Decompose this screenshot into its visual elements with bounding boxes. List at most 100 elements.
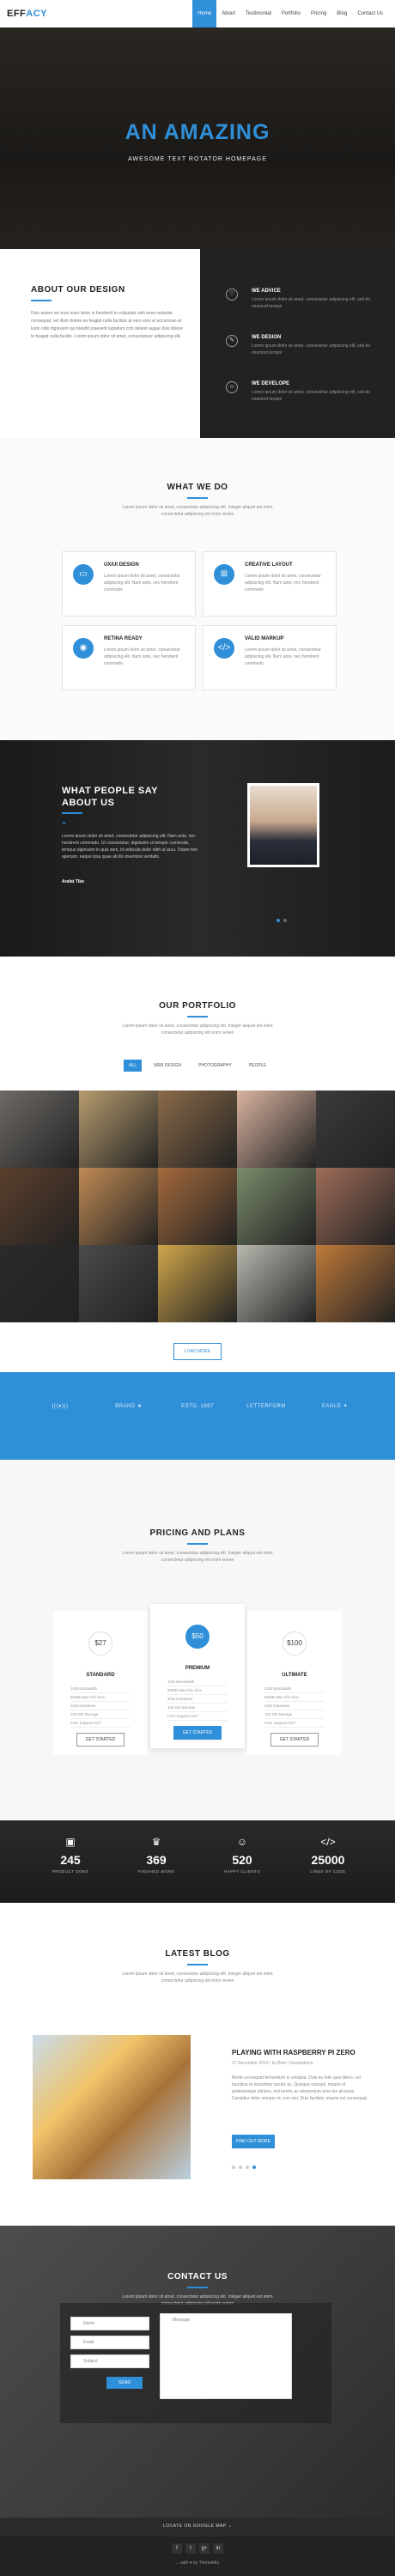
- twitter-icon[interactable]: t: [185, 2543, 196, 2554]
- stat-finished: ♛ 369 FINISHED WORK: [122, 1836, 191, 1874]
- about-title: ABOUT OUR DESIGN: [31, 285, 125, 295]
- portfolio-item[interactable]: [79, 1168, 158, 1245]
- get-started-button[interactable]: GET STARTED: [173, 1726, 222, 1740]
- pricing-section: PRICING AND PLANS Lorem ipsum dolor sit …: [0, 1460, 395, 1820]
- stat-products: ▣ 245 PRODUCT DONE: [36, 1836, 105, 1874]
- portfolio-filters: ALL WEB DESIGN PHOTOGRAPHY PEOPLE: [0, 1060, 395, 1072]
- plan-features: 1GB Bandwidth 50MB Max File Size 3GB Dat…: [167, 1678, 228, 1721]
- divider: [187, 1543, 208, 1545]
- nav-item-pricing[interactable]: Pricing: [306, 0, 331, 27]
- map-bar[interactable]: LOCATE ON GOOGLE MAP ⌄: [0, 2518, 395, 2537]
- filter-photography[interactable]: PHOTOGRAPHY: [193, 1060, 237, 1072]
- nav-item-testimonial[interactable]: Testimonial: [240, 0, 276, 27]
- subject-field[interactable]: Subject: [70, 2354, 149, 2368]
- find-out-more-button[interactable]: FIND OUT MORE: [232, 2135, 275, 2148]
- testimonial-title: WHAT PEOPLE SAY ABOUT US: [62, 786, 159, 808]
- plan-feature: 1GB Bandwidth: [264, 1685, 325, 1693]
- section-desc: Lorem ipsum dolor sit amet, consectetur …: [122, 505, 273, 510]
- filter-all[interactable]: ALL: [124, 1060, 143, 1072]
- blog-post-image[interactable]: [33, 2035, 191, 2179]
- google-plus-icon[interactable]: g+: [199, 2543, 210, 2554]
- facebook-icon[interactable]: f: [172, 2543, 182, 2554]
- portfolio-item[interactable]: [158, 1245, 237, 1322]
- portfolio-item[interactable]: [79, 1245, 158, 1322]
- portfolio-section: OUR PORTFOLIO Lorem ipsum dolor sit amet…: [0, 957, 395, 1372]
- divider: [187, 1964, 208, 1965]
- about-features-panel: ♡ WE ADVICE Lorem ipsum dolor sit amet, …: [200, 249, 395, 438]
- slider-dot[interactable]: [283, 919, 287, 922]
- plan-name: ULTIMATE: [282, 1673, 307, 1678]
- section-title: OUR PORTFOLIO: [159, 1001, 236, 1011]
- section-desc: Lorem ipsum dolor sit amet, consectetur …: [122, 1024, 273, 1029]
- nav-item-blog[interactable]: Blog: [331, 0, 352, 27]
- filter-web-design[interactable]: WEB DESIGN: [149, 1060, 186, 1072]
- slider-dots: [276, 919, 287, 922]
- plan-feature: 1GB Bandwidth: [70, 1685, 131, 1693]
- plan-price: $100: [283, 1631, 307, 1656]
- pricing-header: PRICING AND PLANS Lorem ipsum dolor sit …: [0, 1528, 395, 1564]
- portfolio-item[interactable]: [237, 1168, 316, 1245]
- get-started-button[interactable]: GET STARTED: [270, 1733, 319, 1747]
- copyright: ... with ♥ by ThemeMio: [175, 2561, 220, 2566]
- monitor-icon: ▭: [73, 564, 94, 585]
- service-card-markup: </> VALID MARKUP Lorem ipsum dolor sit a…: [203, 625, 337, 690]
- plan-feature: 3GB Database: [70, 1702, 131, 1710]
- name-field[interactable]: Name: [70, 2317, 149, 2330]
- blog-post-meta: 27 December 2015 / by Beni / Smartphone: [232, 2061, 313, 2066]
- client-logo: ESTD. 1987: [181, 1403, 214, 1409]
- slider-dot[interactable]: [252, 2166, 256, 2169]
- portfolio-item[interactable]: [0, 1091, 79, 1168]
- portfolio-item[interactable]: [158, 1168, 237, 1245]
- service-title: CREATIVE LAYOUT: [245, 562, 293, 568]
- nav-menu: Home About Testimonial Portfolio Pricing…: [192, 0, 388, 27]
- blog-post-excerpt: Morbi consequat fermentum in volutpat. D…: [232, 2075, 368, 2101]
- locate-map-link[interactable]: LOCATE ON GOOGLE MAP ⌄: [0, 2524, 395, 2529]
- load-more-button[interactable]: LOAD MORE: [173, 1343, 222, 1360]
- nav-item-portfolio[interactable]: Portfolio: [276, 0, 306, 27]
- stat-number: 25000: [311, 1853, 345, 1867]
- hero-section: AN AMAZING AWESOME TEXT ROTATOR HOMEPAGE: [0, 27, 395, 249]
- get-started-button[interactable]: GET STARTED: [76, 1733, 125, 1747]
- message-field[interactable]: Message: [160, 2313, 292, 2399]
- hero-subtitle: AWESOME TEXT ROTATOR HOMEPAGE: [128, 156, 267, 162]
- nav-item-contact[interactable]: Contact Us: [352, 0, 388, 27]
- navbar: EFFACY Home About Testimonial Portfolio …: [0, 0, 395, 27]
- plan-name: PREMIUM: [185, 1666, 210, 1671]
- portfolio-item[interactable]: [237, 1245, 316, 1322]
- nav-item-about[interactable]: About: [216, 0, 240, 27]
- linkedin-icon[interactable]: in: [213, 2543, 223, 2554]
- plan-feature: 50MB Max File Size: [167, 1686, 228, 1695]
- slider-dot[interactable]: [232, 2166, 235, 2169]
- email-field[interactable]: Email: [70, 2336, 149, 2349]
- plan-feature: 50MB Max File Size: [70, 1693, 131, 1702]
- slider-dot[interactable]: [246, 2166, 249, 2169]
- stat-label: PRODUCT DONE: [52, 1869, 89, 1874]
- slider-dot[interactable]: [239, 2166, 242, 2169]
- client-logo: LETTERFORM: [246, 1403, 286, 1409]
- portfolio-item[interactable]: [237, 1091, 316, 1168]
- blog-slider-dots: [232, 2166, 256, 2169]
- social-links: f t g+ in: [172, 2543, 223, 2554]
- portfolio-item[interactable]: [158, 1091, 237, 1168]
- quote-icon: “: [62, 821, 66, 830]
- divider: [62, 812, 82, 814]
- site-logo[interactable]: EFFACY: [7, 9, 47, 19]
- section-desc: consectetur adipiscing elit enim venen: [161, 512, 234, 517]
- code-icon: </>: [320, 1836, 336, 1848]
- portfolio-item[interactable]: [316, 1168, 395, 1245]
- portfolio-item[interactable]: [0, 1245, 79, 1322]
- stat-label: FINISHED WORK: [137, 1869, 175, 1874]
- about-section: ABOUT OUR DESIGN Duis autem vel eum iriu…: [0, 249, 395, 438]
- filter-people[interactable]: PEOPLE: [244, 1060, 271, 1072]
- blog-post-title[interactable]: PLAYING WITH RASPBERRY PI ZERO: [232, 2049, 356, 2057]
- plan-feature: 1GB Bandwidth: [167, 1678, 228, 1686]
- portfolio-item[interactable]: [79, 1091, 158, 1168]
- slider-dot[interactable]: [276, 919, 280, 922]
- nav-item-home[interactable]: Home: [192, 0, 217, 27]
- portfolio-item[interactable]: [316, 1091, 395, 1168]
- portfolio-item[interactable]: [316, 1245, 395, 1322]
- portfolio-item[interactable]: [0, 1168, 79, 1245]
- send-button[interactable]: SEND: [106, 2377, 143, 2389]
- plan-feature: Free Support 24/7: [70, 1719, 131, 1728]
- feature-title: WE DEVELOPE: [252, 381, 290, 386]
